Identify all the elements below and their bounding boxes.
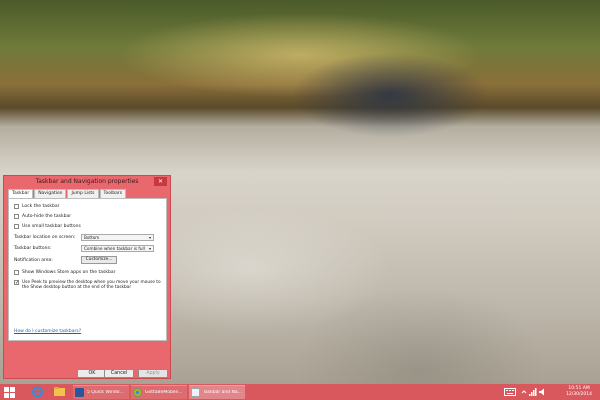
- help-link[interactable]: How do I customize taskbars?: [14, 329, 81, 334]
- customize-button[interactable]: Customize...: [81, 256, 117, 264]
- taskbar-tab-panel: Lock the taskbar Auto-hide the taskbar U…: [8, 198, 167, 341]
- small-buttons-checkbox[interactable]: [14, 224, 19, 229]
- dialog-title: Taskbar and Navigation properties: [35, 178, 139, 185]
- file-explorer-icon[interactable]: [52, 385, 67, 399]
- tab-toolbars[interactable]: Toolbars: [99, 189, 127, 198]
- auto-hide-checkbox[interactable]: [14, 214, 19, 219]
- apply-button[interactable]: Apply: [138, 369, 168, 378]
- taskbar-item-chrome[interactable]: GottaBeMobile...: [131, 385, 187, 399]
- taskbar-buttons-value: Combine when taskbar is full: [84, 246, 145, 251]
- peek-label: Use Peek to preview the desktop when you…: [22, 280, 161, 290]
- auto-hide-label: Auto-hide the taskbar: [22, 214, 72, 219]
- tab-navigation[interactable]: Navigation: [34, 189, 67, 198]
- chevron-down-icon: ▾: [148, 246, 151, 251]
- close-button[interactable]: ✕: [154, 177, 167, 186]
- small-buttons-label: Use small taskbar buttons: [22, 224, 81, 229]
- keyboard-icon[interactable]: [504, 388, 516, 396]
- tab-jump-lists[interactable]: Jump Lists: [67, 189, 99, 198]
- close-icon: ✕: [157, 178, 164, 185]
- taskbar: 5 Quick Windo... GottaBeMobile... Taskba…: [0, 384, 600, 400]
- tab-strip: Taskbar Navigation Jump Lists Toolbars: [8, 189, 127, 198]
- dialog-titlebar[interactable]: Taskbar and Navigation properties ✕: [4, 176, 170, 188]
- taskbar-buttons-select[interactable]: Combine when taskbar is full ▾: [81, 245, 154, 252]
- network-icon[interactable]: [529, 388, 537, 396]
- internet-explorer-icon[interactable]: [30, 385, 45, 399]
- system-clock[interactable]: 10:51 AM 12/30/2014: [566, 386, 592, 398]
- taskbar-properties-icon: [191, 388, 200, 397]
- small-buttons-option[interactable]: Use small taskbar buttons: [14, 224, 81, 229]
- volume-icon[interactable]: [539, 388, 547, 396]
- cancel-button[interactable]: Cancel: [104, 369, 134, 378]
- chevron-down-icon: ▾: [148, 235, 151, 240]
- start-button[interactable]: [4, 387, 15, 398]
- show-store-apps-label: Show Windows Store apps on the taskbar: [22, 270, 116, 275]
- auto-hide-option[interactable]: Auto-hide the taskbar: [14, 214, 71, 219]
- ok-button[interactable]: OK: [77, 369, 107, 378]
- taskbar-properties-dialog: Taskbar and Navigation properties ✕ Task…: [3, 175, 171, 379]
- peek-checkbox[interactable]: ✓: [14, 280, 20, 286]
- show-store-apps-option[interactable]: Show Windows Store apps on the taskbar: [14, 270, 115, 275]
- location-value: Bottom: [84, 235, 100, 240]
- taskbar-item-word[interactable]: 5 Quick Windo...: [73, 385, 129, 399]
- notification-label: Notification area:: [14, 258, 53, 263]
- taskbar-item-label: GottaBeMobile...: [145, 390, 183, 395]
- tab-taskbar[interactable]: Taskbar: [8, 189, 34, 198]
- lock-taskbar-option[interactable]: Lock the taskbar: [14, 204, 59, 209]
- lock-taskbar-label: Lock the taskbar: [22, 204, 60, 209]
- check-icon: ✓: [15, 280, 20, 286]
- peek-option[interactable]: ✓ Use Peek to preview the desktop when y…: [14, 280, 164, 290]
- location-select[interactable]: Bottom ▾: [81, 234, 154, 241]
- taskbar-item-taskbar-properties[interactable]: Taskbar and Na...: [189, 385, 245, 399]
- chevron-up-icon[interactable]: [521, 388, 527, 396]
- location-label: Taskbar location on screen:: [14, 235, 76, 240]
- taskbar-item-label: 5 Quick Windo...: [87, 390, 124, 395]
- buttons-label: Taskbar buttons:: [14, 246, 52, 251]
- word-icon: [75, 388, 84, 397]
- chrome-icon: [133, 388, 142, 397]
- show-store-apps-checkbox[interactable]: [14, 270, 19, 275]
- lock-taskbar-checkbox[interactable]: [14, 204, 19, 209]
- taskbar-item-label: Taskbar and Na...: [203, 390, 242, 395]
- clock-date: 12/30/2014: [566, 392, 592, 397]
